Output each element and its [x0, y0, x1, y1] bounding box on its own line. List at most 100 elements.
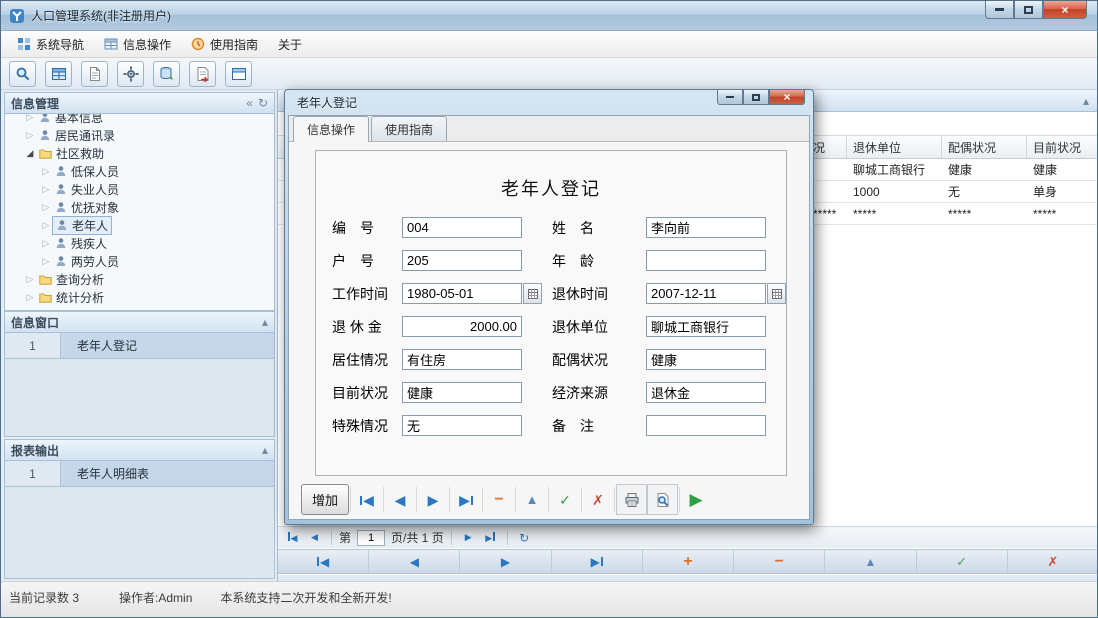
tree-item-stat-analysis[interactable]: ▷ 统计分析 [5, 288, 274, 306]
page-number-input[interactable] [357, 530, 385, 546]
data-export-button[interactable] [153, 61, 180, 87]
edit-record-button[interactable]: ▲ [825, 550, 916, 573]
separator [416, 487, 417, 512]
cancel-record-button[interactable]: ✗ [583, 484, 613, 515]
settings-button[interactable] [117, 61, 144, 87]
dialog-maximize-button[interactable] [743, 90, 769, 105]
next-record-button[interactable]: ▶ [460, 550, 551, 573]
current-status-field[interactable] [402, 382, 522, 403]
run-button[interactable]: ▶ [681, 484, 711, 515]
tree-item-low-income[interactable]: ▷ 低保人员 [5, 162, 274, 180]
income-source-field[interactable] [646, 382, 766, 403]
date-picker-button[interactable] [523, 283, 542, 304]
next-page-icon: ▶ [465, 533, 472, 542]
dialog-close-button[interactable]: × [769, 90, 805, 105]
tree-item-community-aid[interactable]: ◢ 社区救助 [5, 144, 274, 162]
tree-item-resident-directory[interactable]: ▷ 居民通讯录 [5, 126, 274, 144]
cancel-record-button[interactable]: ✗ [1008, 550, 1098, 573]
menu-item-info-ops[interactable]: 信息操作 [94, 32, 181, 57]
tree-item-query-analysis[interactable]: ▷ 查询分析 [5, 270, 274, 288]
special-status-field[interactable] [402, 415, 522, 436]
close-button[interactable]: × [1043, 1, 1087, 19]
prev-record-button[interactable]: ◀ [369, 550, 460, 573]
cross-icon: ✗ [592, 493, 604, 507]
id-field[interactable] [402, 217, 522, 238]
report-output-item[interactable]: 1 老年人明细表 [5, 461, 274, 487]
last-record-button[interactable]: ▶ [451, 484, 481, 515]
next-page-button[interactable]: ▶ [459, 529, 478, 547]
report-export-button[interactable] [189, 61, 216, 87]
age-field[interactable] [646, 250, 766, 271]
menu-item-system-nav[interactable]: 系统导航 [7, 32, 94, 57]
column-header[interactable]: 目前状况 [1027, 136, 1098, 158]
pension-field[interactable] [402, 316, 522, 337]
delete-record-button[interactable]: − [484, 484, 514, 515]
remarks-field[interactable] [646, 415, 766, 436]
maximize-button[interactable] [1014, 1, 1043, 19]
window-button[interactable] [225, 61, 252, 87]
tab-user-guide[interactable]: 使用指南 [371, 116, 447, 141]
last-record-button[interactable]: ▶ [552, 550, 643, 573]
check-icon: ✓ [559, 493, 571, 507]
preview-button[interactable] [647, 484, 678, 515]
search-button[interactable] [9, 61, 36, 87]
add-record-button[interactable]: + [643, 550, 734, 573]
first-record-button[interactable]: ◀ [278, 550, 369, 573]
prev-record-button[interactable]: ◀ [385, 484, 415, 515]
refresh-icon[interactable]: ↻ [258, 96, 268, 110]
dialog-frame: 信息操作 使用指南 老年人登记 编 号 姓 名 户 号 [288, 115, 810, 520]
housing-field[interactable] [402, 349, 522, 370]
tree-item-two-labor[interactable]: ▷ 两劳人员 [5, 252, 274, 270]
prev-record-icon: ◀ [395, 493, 406, 507]
spouse-status-field[interactable] [646, 349, 766, 370]
column-header[interactable]: 配偶状况 [942, 136, 1027, 158]
column-header[interactable]: 退休单位 [847, 136, 942, 158]
field-label: 退休单位 [552, 317, 646, 337]
form-row: 居住情况 配偶状况 [316, 343, 786, 376]
refresh-button[interactable]: ↻ [515, 529, 534, 547]
info-window-item[interactable]: 1 老年人登记 [5, 333, 274, 359]
panel-title: 信息管理 [11, 95, 59, 112]
household-field[interactable] [402, 250, 522, 271]
tree-item-unemployed[interactable]: ▷ 失业人员 [5, 180, 274, 198]
prev-page-button[interactable]: ◀ [305, 529, 324, 547]
print-button[interactable] [616, 484, 647, 515]
delete-record-button[interactable]: − [734, 550, 825, 573]
dialog-minimize-button[interactable] [717, 90, 743, 105]
minimize-icon [995, 8, 1004, 11]
first-record-button[interactable]: ◀ [352, 484, 382, 515]
date-picker-button[interactable] [767, 283, 786, 304]
menu-item-user-guide[interactable]: 使用指南 [181, 32, 268, 57]
add-button[interactable]: 增加 [301, 484, 349, 515]
first-page-button[interactable]: ◀ [283, 529, 302, 547]
panel-header-info-window[interactable]: 信息窗口 ▴ [4, 311, 275, 333]
edit-record-button[interactable]: ▲ [517, 484, 547, 515]
tab-info-ops[interactable]: 信息操作 [293, 116, 369, 142]
tree-item-elderly[interactable]: ▷ 老年人 [5, 216, 274, 234]
work-date-field[interactable] [402, 283, 522, 304]
retire-unit-field[interactable] [646, 316, 766, 337]
tree-item-disabled[interactable]: ▷ 残疾人 [5, 234, 274, 252]
retire-date-field[interactable] [646, 283, 766, 304]
tree-item-basic-info[interactable]: ▷ 基本信息 [5, 114, 274, 126]
minimize-button[interactable] [985, 1, 1014, 19]
save-record-button[interactable]: ✓ [550, 484, 580, 515]
table-view-button[interactable] [45, 61, 72, 87]
refresh-icon: ↻ [519, 532, 529, 544]
next-record-button[interactable]: ▶ [418, 484, 448, 515]
sidebar: 信息管理 « ↻ ▷ 基本信息 ▷ 居民通讯录 ◢ 社区救助 [1, 90, 278, 581]
menu-item-about[interactable]: 关于 [268, 32, 312, 57]
tree-item-veterans[interactable]: ▷ 优抚对象 [5, 198, 274, 216]
collapse-up-icon[interactable]: ▴ [1083, 94, 1089, 108]
name-field[interactable] [646, 217, 766, 238]
collapse-left-icon[interactable]: « [246, 96, 253, 110]
last-page-button[interactable]: ▶ [481, 529, 500, 547]
tree-panel: ▷ 基本信息 ▷ 居民通讯录 ◢ 社区救助 ▷ 低保人员 ▷ [4, 114, 275, 311]
collapse-up-icon[interactable]: ▴ [262, 443, 268, 457]
save-record-button[interactable]: ✓ [917, 550, 1008, 573]
panel-header-info-mgmt[interactable]: 信息管理 « ↻ [4, 92, 275, 114]
document-button[interactable] [81, 61, 108, 87]
panel-header-report-output[interactable]: 报表输出 ▴ [4, 439, 275, 461]
dialog-body: 老年人登记 编 号 姓 名 户 号 年 龄 [289, 142, 809, 519]
collapse-up-icon[interactable]: ▴ [262, 315, 268, 329]
